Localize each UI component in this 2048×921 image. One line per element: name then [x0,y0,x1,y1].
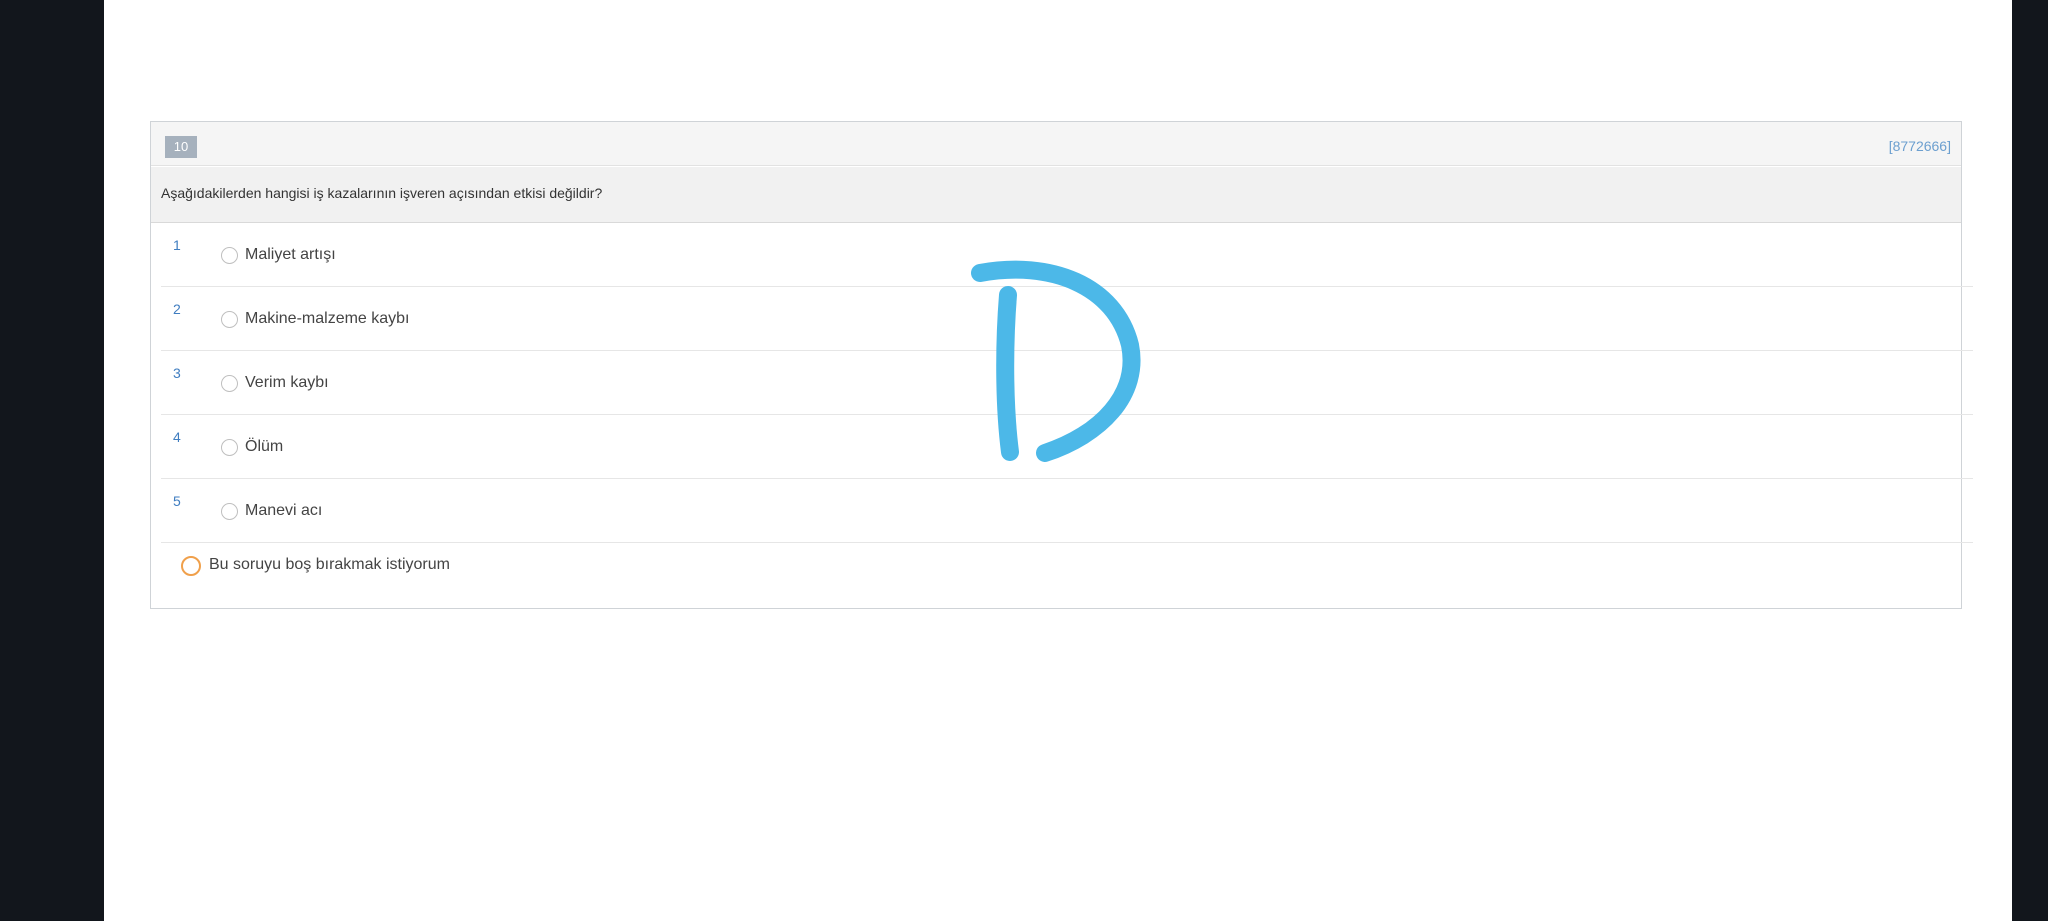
option-label-3[interactable]: Verim kaybı [245,374,329,392]
question-text-row: Aşağıdakilerden hangisi iş kazalarının i… [151,167,1961,223]
question-card: 10 [8772666] Aşağıdakilerden hangisi iş … [150,121,1973,609]
option-number: 5 [173,493,181,509]
option-label-5[interactable]: Manevi acı [245,502,322,520]
option-radio-3[interactable] [221,375,238,392]
option-radio-5[interactable] [221,503,238,520]
question-id: [8772666] [1888,138,1951,154]
leave-blank-radio[interactable] [181,556,201,576]
options-list: 1 Maliyet artışı 2 Makine-malzeme kaybı … [161,223,1973,543]
option-row-4: 4 Ölüm [161,415,1973,479]
option-radio-4[interactable] [221,439,238,456]
option-number: 2 [173,301,181,317]
option-label-4[interactable]: Ölüm [245,438,283,456]
option-row-1: 1 Maliyet artışı [161,223,1973,287]
question-header: 10 [8772666] [151,122,1961,166]
question-number-badge: 10 [165,136,197,158]
option-number: 1 [173,237,181,253]
option-radio-2[interactable] [221,311,238,328]
leave-blank-label[interactable]: Bu soruyu boş bırakmak istiyorum [209,556,450,574]
page-content: 10 [8772666] Aşağıdakilerden hangisi iş … [104,0,2012,921]
option-number: 3 [173,365,181,381]
option-label-2[interactable]: Makine-malzeme kaybı [245,310,410,328]
option-number: 4 [173,429,181,445]
option-row-3: 3 Verim kaybı [161,351,1973,415]
option-radio-1[interactable] [221,247,238,264]
question-text: Aşağıdakilerden hangisi iş kazalarının i… [161,185,603,201]
option-row-2: 2 Makine-malzeme kaybı [161,287,1973,351]
option-row-5: 5 Manevi acı [161,479,1973,543]
option-label-1[interactable]: Maliyet artışı [245,246,336,264]
